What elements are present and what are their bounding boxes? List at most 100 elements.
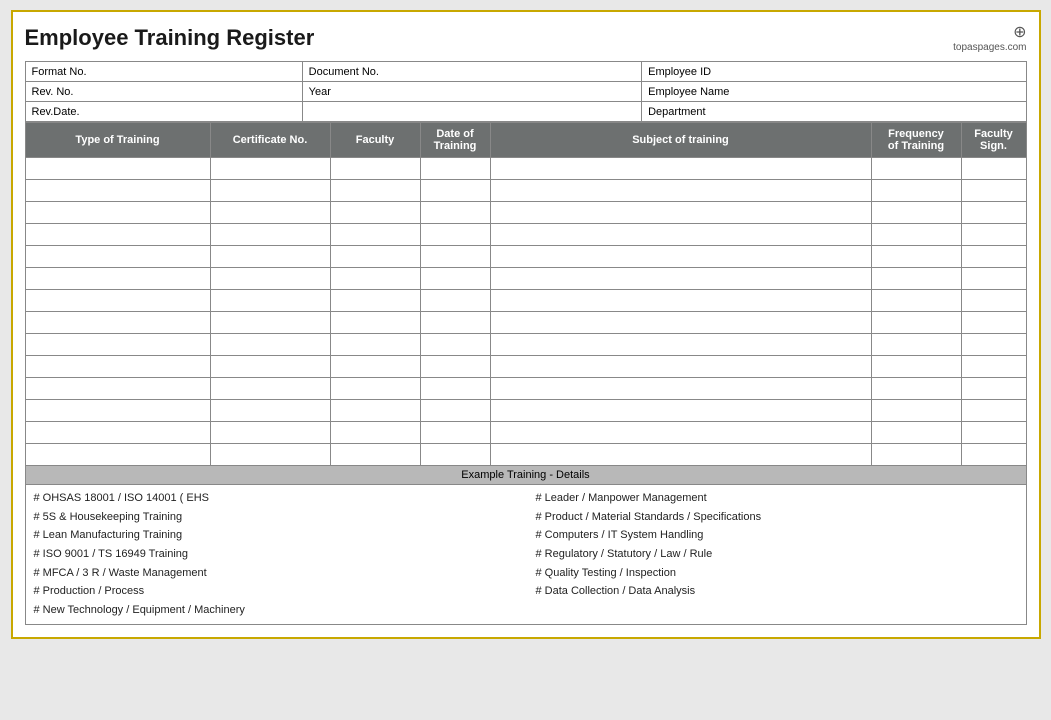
employee-id-label: Employee ID — [642, 62, 1026, 82]
cell-type — [25, 202, 210, 224]
main-table: Type of Training Certificate No. Faculty… — [25, 122, 1027, 466]
cell-freq — [871, 378, 961, 400]
cell-cert — [210, 246, 330, 268]
table-header-row: Type of Training Certificate No. Faculty… — [25, 123, 1026, 158]
footer-right-item: # Data Collection / Data Analysis — [536, 582, 1018, 601]
cell-freq — [871, 400, 961, 422]
logo-text: topaspages.com — [953, 42, 1026, 53]
cell-sign — [961, 356, 1026, 378]
cell-sign — [961, 400, 1026, 422]
cell-cert — [210, 290, 330, 312]
cell-sign — [961, 180, 1026, 202]
cell-freq — [871, 444, 961, 466]
cell-faculty — [330, 312, 420, 334]
employee-name-label: Employee Name — [642, 82, 1026, 102]
logo-area: ⊕ topaspages.com — [953, 22, 1026, 53]
cell-cert — [210, 224, 330, 246]
table-row — [25, 202, 1026, 224]
cell-subject — [490, 268, 871, 290]
blank-cell — [302, 102, 641, 122]
info-row-1: Format No. Document No. Employee ID — [25, 62, 1026, 82]
cell-date — [420, 422, 490, 444]
footer-left-item: # MFCA / 3 R / Waste Management — [34, 564, 516, 583]
cell-freq — [871, 246, 961, 268]
cell-freq — [871, 334, 961, 356]
col-header-type: Type of Training — [25, 123, 210, 158]
footer-right-item: # Computers / IT System Handling — [536, 526, 1018, 545]
col-header-faculty: Faculty — [330, 123, 420, 158]
cell-faculty — [330, 246, 420, 268]
footer-left-col: # OHSAS 18001 / ISO 14001 ( EHS# 5S & Ho… — [34, 489, 516, 620]
col-header-subject: Subject of training — [490, 123, 871, 158]
cell-subject — [490, 422, 871, 444]
cell-type — [25, 334, 210, 356]
cell-sign — [961, 268, 1026, 290]
footer-left-item: # Lean Manufacturing Training — [34, 526, 516, 545]
cell-faculty — [330, 224, 420, 246]
col-header-sign: FacultySign. — [961, 123, 1026, 158]
footer-title: Example Training - Details — [26, 466, 1026, 485]
title-row: Employee Training Register ⊕ topaspages.… — [25, 22, 1027, 53]
rev-date-label: Rev.Date. — [25, 102, 302, 122]
table-row — [25, 268, 1026, 290]
cell-type — [25, 356, 210, 378]
footer-left-item: # New Technology / Equipment / Machinery — [34, 601, 516, 620]
cell-cert — [210, 180, 330, 202]
document-no-label: Document No. — [302, 62, 641, 82]
footer-left-item: # Production / Process — [34, 582, 516, 601]
cell-subject — [490, 400, 871, 422]
cell-sign — [961, 246, 1026, 268]
cell-type — [25, 158, 210, 180]
table-row — [25, 246, 1026, 268]
cell-freq — [871, 224, 961, 246]
cell-faculty — [330, 158, 420, 180]
cell-subject — [490, 290, 871, 312]
info-row-2: Rev. No. Year Employee Name — [25, 82, 1026, 102]
cell-freq — [871, 290, 961, 312]
cell-cert — [210, 158, 330, 180]
cell-freq — [871, 356, 961, 378]
footer-left-item: # ISO 9001 / TS 16949 Training — [34, 545, 516, 564]
cell-sign — [961, 158, 1026, 180]
cell-subject — [490, 224, 871, 246]
cell-sign — [961, 378, 1026, 400]
cell-date — [420, 158, 490, 180]
cell-date — [420, 290, 490, 312]
cell-sign — [961, 224, 1026, 246]
cell-freq — [871, 158, 961, 180]
cell-freq — [871, 422, 961, 444]
footer-right-col: # Leader / Manpower Management# Product … — [536, 489, 1018, 620]
footer-left-item: # OHSAS 18001 / ISO 14001 ( EHS — [34, 489, 516, 508]
cell-faculty — [330, 202, 420, 224]
cell-date — [420, 378, 490, 400]
format-no-label: Format No. — [25, 62, 302, 82]
cell-cert — [210, 312, 330, 334]
info-row-3: Rev.Date. Department — [25, 102, 1026, 122]
cell-date — [420, 202, 490, 224]
footer-right-item: # Leader / Manpower Management — [536, 489, 1018, 508]
cell-cert — [210, 378, 330, 400]
department-label: Department — [642, 102, 1026, 122]
cell-subject — [490, 312, 871, 334]
cell-subject — [490, 180, 871, 202]
footer-right-item: # Regulatory / Statutory / Law / Rule — [536, 545, 1018, 564]
cell-subject — [490, 334, 871, 356]
cell-faculty — [330, 356, 420, 378]
cell-type — [25, 400, 210, 422]
cell-cert — [210, 422, 330, 444]
footer-content: # OHSAS 18001 / ISO 14001 ( EHS# 5S & Ho… — [26, 485, 1026, 624]
cell-date — [420, 334, 490, 356]
table-row — [25, 334, 1026, 356]
cell-type — [25, 224, 210, 246]
cell-type — [25, 268, 210, 290]
cell-faculty — [330, 290, 420, 312]
footer-left-item: # 5S & Housekeeping Training — [34, 508, 516, 527]
cell-subject — [490, 202, 871, 224]
cell-sign — [961, 334, 1026, 356]
cell-subject — [490, 444, 871, 466]
cell-cert — [210, 202, 330, 224]
footer-right-item: # Product / Material Standards / Specifi… — [536, 508, 1018, 527]
table-row — [25, 180, 1026, 202]
cell-cert — [210, 334, 330, 356]
cell-type — [25, 246, 210, 268]
